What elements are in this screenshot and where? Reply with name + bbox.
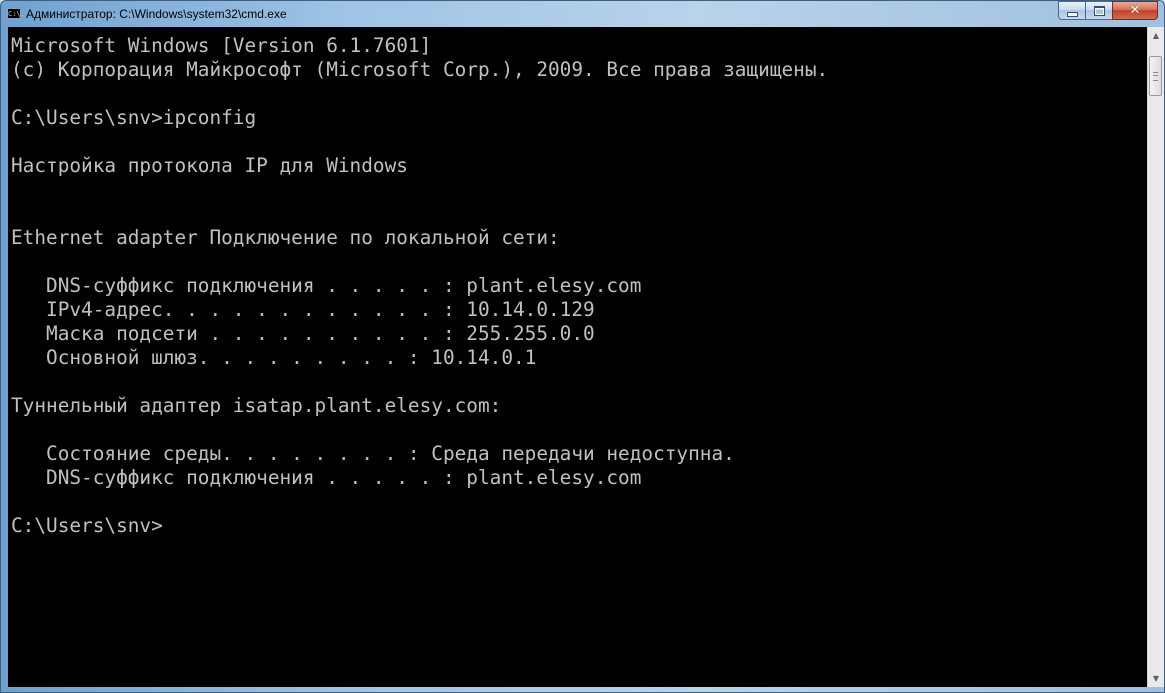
minimize-icon <box>1066 11 1078 17</box>
cmd-window: C:\. Администратор: C:\Windows\system32\… <box>0 0 1165 693</box>
vertical-scrollbar[interactable]: ▲ ▼ <box>1147 27 1164 687</box>
caption-buttons: ✕ <box>1058 1 1158 20</box>
grip-icon <box>1153 72 1158 81</box>
close-icon: ✕ <box>1129 3 1141 18</box>
console-line: Туннельный адаптер isatap.plant.elesy.co… <box>11 394 502 417</box>
console-line: DNS-суффикс подключения . . . . . : plan… <box>11 466 642 489</box>
console-line: IPv4-адрес. . . . . . . . . . . . : 10.1… <box>11 298 595 321</box>
maximize-button[interactable] <box>1085 1 1112 20</box>
console-line: Microsoft Windows [Version 6.1.7601] <box>11 34 432 57</box>
console-output[interactable]: Microsoft Windows [Version 6.1.7601] (c) … <box>11 34 828 538</box>
console-area[interactable]: Microsoft Windows [Version 6.1.7601] (c) … <box>8 27 1147 687</box>
console-line: C:\Users\snv>ipconfig <box>11 106 257 129</box>
scroll-down-arrow-icon[interactable]: ▼ <box>1148 670 1164 687</box>
console-line: Состояние среды. . . . . . . . : Среда п… <box>11 442 735 465</box>
minimize-button[interactable] <box>1058 1 1085 20</box>
console-line: DNS-суффикс подключения . . . . . : plan… <box>11 274 642 297</box>
scroll-up-arrow-icon[interactable]: ▲ <box>1148 27 1164 44</box>
console-line: Настройка протокола IP для Windows <box>11 154 408 177</box>
maximize-icon <box>1093 5 1105 16</box>
console-line: Основной шлюз. . . . . . . . . : 10.14.0… <box>11 346 537 369</box>
window-title: Администратор: C:\Windows\system32\cmd.e… <box>26 7 287 21</box>
cmd-icon[interactable]: C:\. <box>7 8 25 19</box>
console-line: Ethernet adapter Подключение по локально… <box>11 226 560 249</box>
console-line: C:\Users\snv> <box>11 514 163 537</box>
console-line: (c) Корпорация Майкрософт (Microsoft Cor… <box>11 58 829 81</box>
console-line: Маска подсети . . . . . . . . . . : 255.… <box>11 322 595 345</box>
cmd-icon-text: C:\. <box>8 10 25 18</box>
close-button[interactable]: ✕ <box>1112 1 1158 20</box>
title-bar[interactable]: C:\. Администратор: C:\Windows\system32\… <box>1 1 1164 27</box>
scrollbar-thumb[interactable] <box>1149 56 1162 96</box>
